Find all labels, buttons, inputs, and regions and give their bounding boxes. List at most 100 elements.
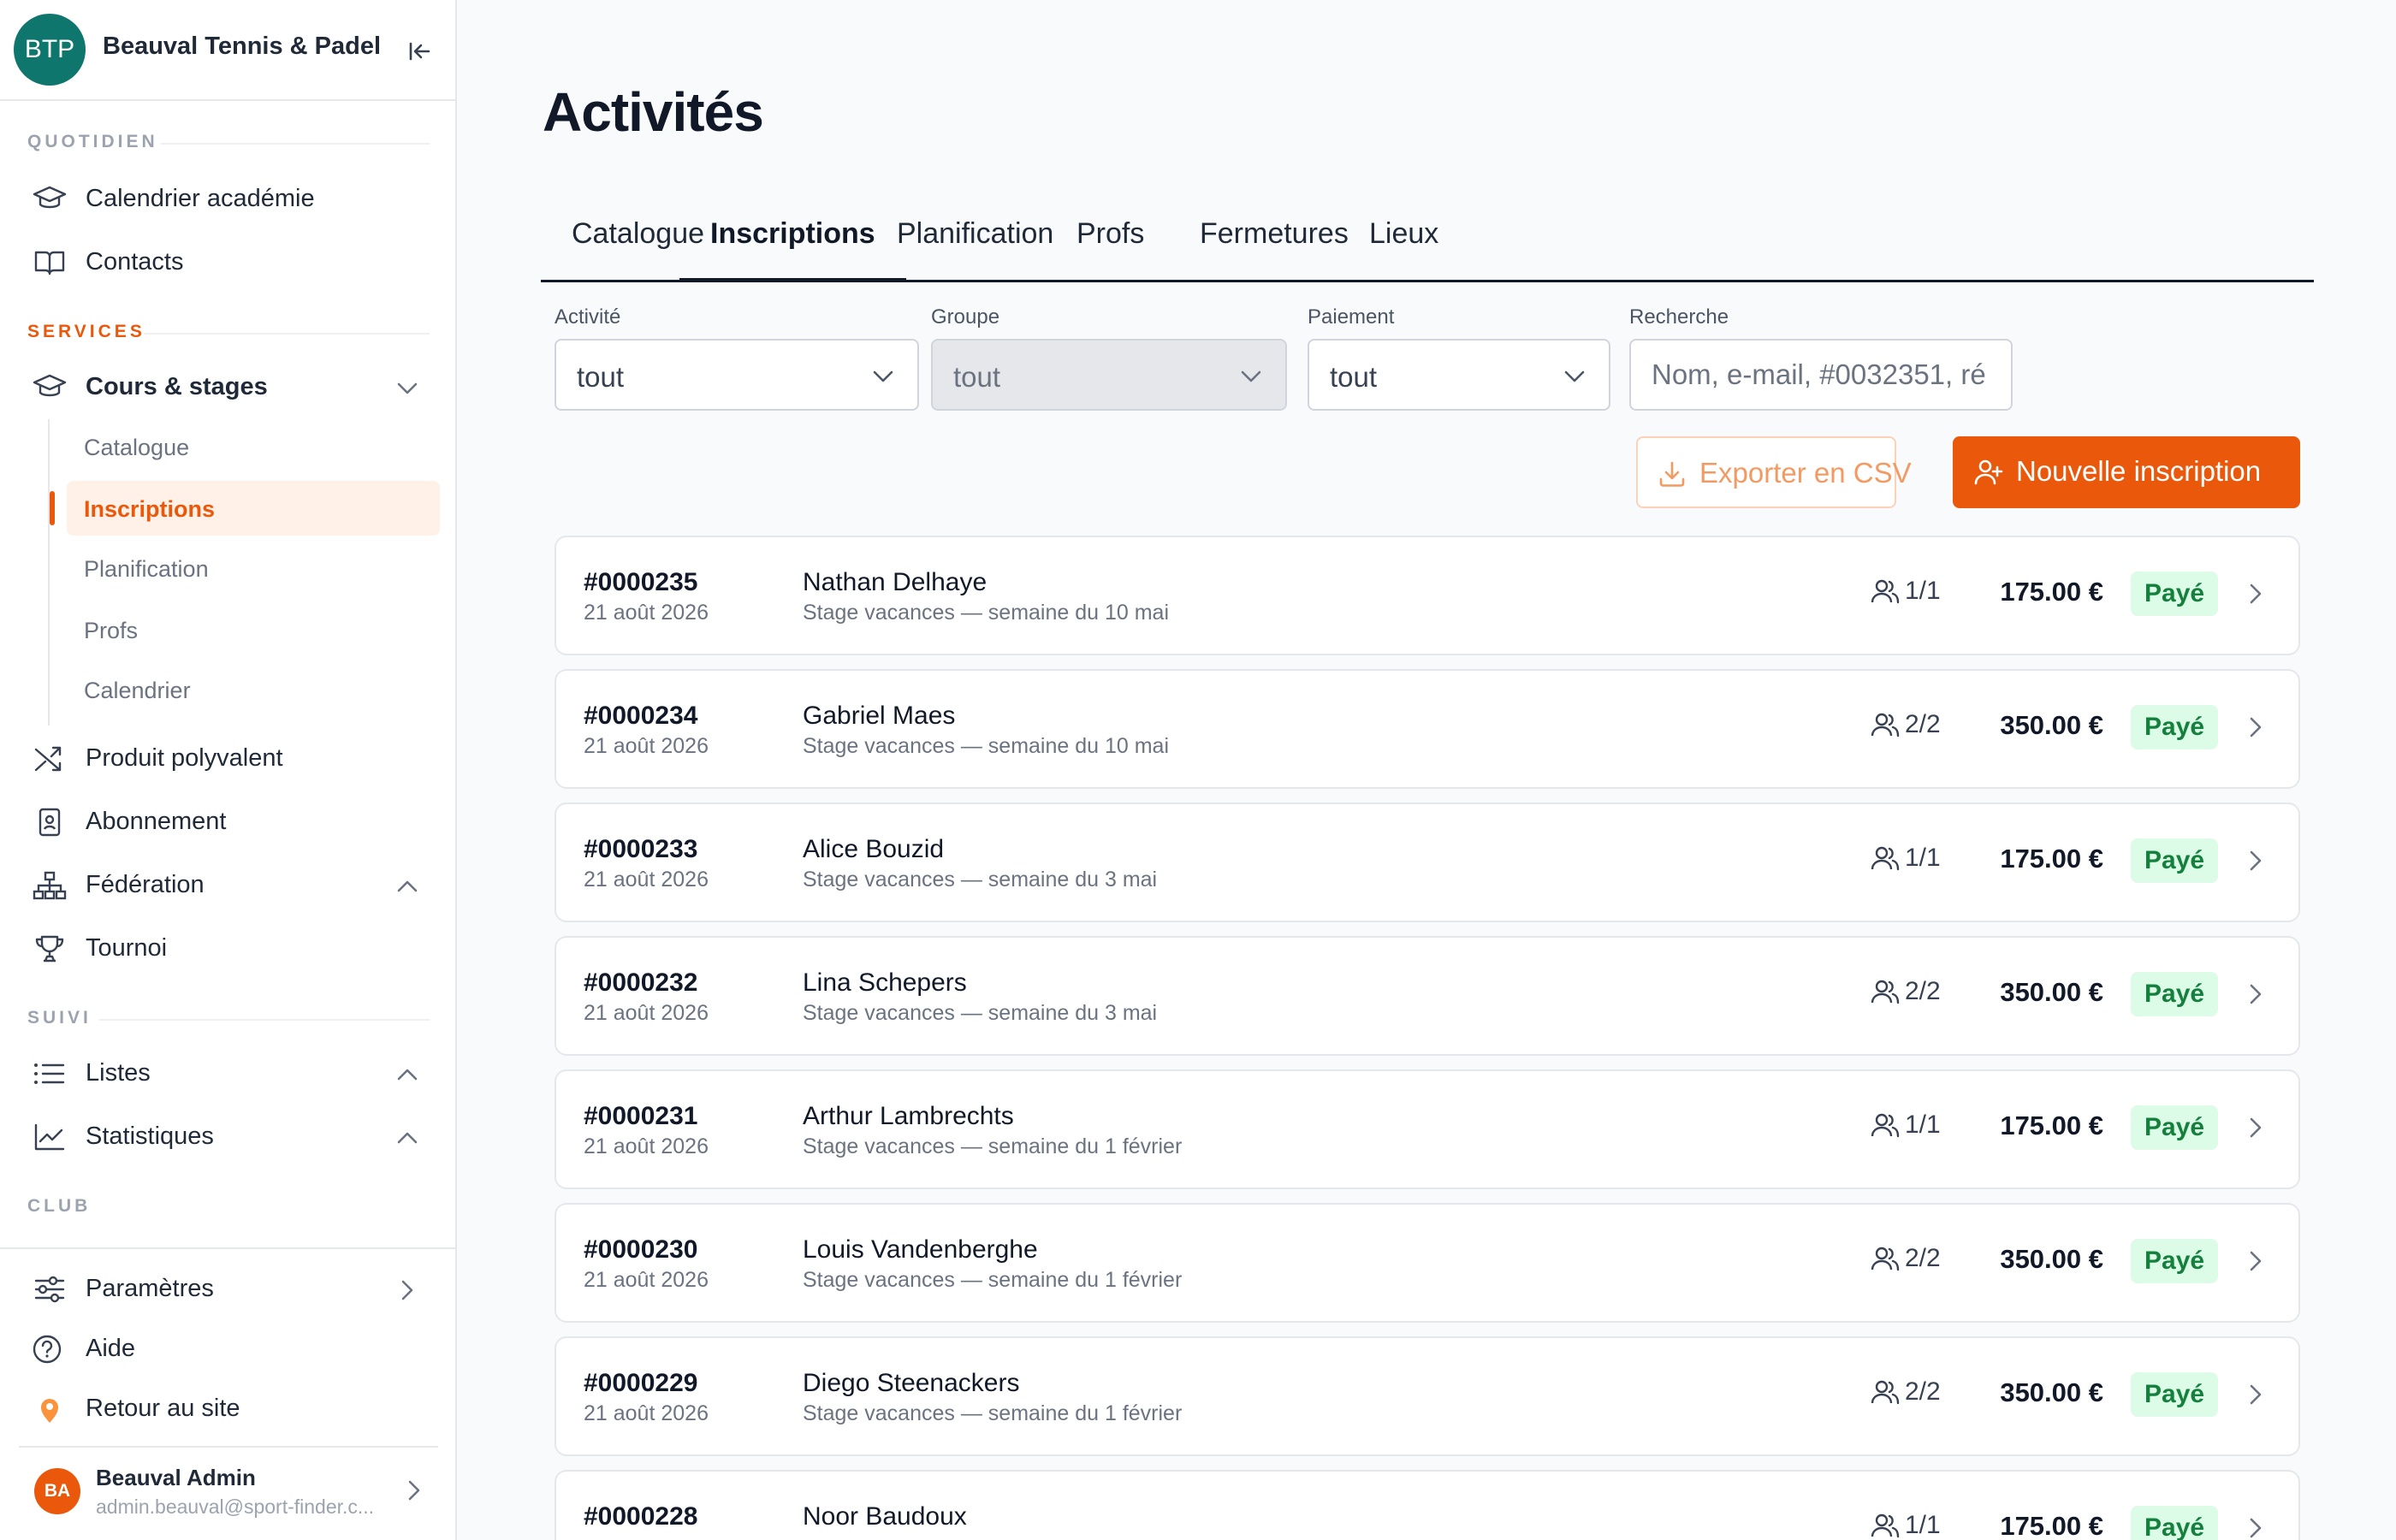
new-registration-button[interactable]: Nouvelle inscription [1953, 436, 2300, 508]
participants-value: 1/1 [1905, 1111, 1941, 1139]
chevron-right-icon[interactable] [2242, 1514, 2269, 1540]
chevron-right-icon[interactable] [2242, 1381, 2269, 1408]
sidebar-item-label: Tournoi [86, 934, 168, 962]
sidebar-item-cours-stages[interactable]: Cours & stages [33, 361, 430, 412]
sidebar-item-contacts[interactable]: Contacts [33, 236, 430, 287]
export-csv-button[interactable]: Exporter en CSV [1636, 436, 1912, 508]
status-badge: Payé [2131, 572, 2219, 616]
sidebar-item-label: Abonnement [86, 808, 227, 835]
graduation-cap-icon [33, 373, 70, 402]
activity-description: Stage vacances — semaine du 10 mai [803, 601, 1170, 625]
page-title: Activités [543, 81, 764, 143]
submenu-item-planification[interactable]: Planification [67, 541, 440, 595]
activite-select[interactable]: tout [555, 339, 919, 411]
sidebar-item-produit-polyvalent[interactable]: Produit polyvalent [33, 732, 430, 784]
sidebar-item-label: Retour au site [86, 1395, 240, 1422]
submenu-item-catalogue[interactable]: Catalogue [67, 419, 440, 474]
sidebar: BTP Beauval Tennis & Padel QUOTIDIEN Cal… [0, 0, 457, 1540]
participants-value: 2/2 [1905, 1244, 1941, 1272]
chevron-down-icon[interactable] [394, 375, 421, 402]
sidebar-item-retour-site[interactable]: Retour au site [33, 1383, 430, 1434]
sidebar-item-tournoi[interactable]: Tournoi [33, 922, 430, 974]
filter-activite: Activité tout [555, 305, 919, 411]
shuffle-icon [33, 744, 70, 773]
chevron-up-icon[interactable] [394, 1124, 421, 1152]
sidebar-item-federation[interactable]: Fédération [33, 859, 430, 910]
sidebar-item-parametres[interactable]: Paramètres [33, 1263, 430, 1314]
user-menu[interactable]: BA Beauval Admin admin.beauval@sport-fin… [19, 1446, 438, 1535]
registration-number: #0000234 [584, 702, 698, 730]
registration-date: 21 août 2026 [584, 1268, 709, 1292]
registration-number: #0000230 [584, 1235, 698, 1264]
registration-row[interactable]: #0000232 21 août 2026 Lina Schepers Stage v… [555, 936, 2300, 1056]
download-icon [1657, 459, 1687, 489]
participants-value: 1/1 [1905, 844, 1941, 872]
chevron-right-icon[interactable] [2242, 980, 2269, 1008]
tab-profs[interactable]: Profs [1046, 202, 1175, 282]
select-value: tout [1330, 361, 1378, 393]
chevron-right-icon[interactable] [394, 1276, 421, 1304]
registration-row[interactable]: #0000229 21 août 2026 Diego Steenackers Sta… [555, 1336, 2300, 1456]
registration-row[interactable]: #0000233 21 août 2026 Alice Bouzid Stage va… [555, 803, 2300, 922]
registration-row[interactable]: #0000235 21 août 2026 Nathan Delhaye Stage … [555, 536, 2300, 655]
activity-description: Stage vacances — semaine du 1 février [803, 1401, 1183, 1425]
registration-date: 21 août 2026 [584, 868, 709, 891]
registration-row[interactable]: #0000234 21 août 2026 Gabriel Maes Stage va… [555, 669, 2300, 789]
submenu-item-profs[interactable]: Profs [67, 602, 440, 657]
sidebar-item-listes[interactable]: Listes [33, 1047, 430, 1099]
registration-amount: 350.00 € [2000, 710, 2103, 740]
registration-row[interactable]: #0000230 21 août 2026 Louis Vandenberghe St… [555, 1203, 2300, 1323]
registration-number: #0000231 [584, 1102, 698, 1130]
users-icon [1871, 975, 1900, 1004]
section-label-suivi: SUIVI [27, 1008, 92, 1028]
submenu-item-label: Calendrier [84, 678, 191, 703]
paiement-select[interactable]: tout [1308, 339, 1610, 411]
sidebar-item-statistiques[interactable]: Statistiques [33, 1111, 430, 1162]
tab-lieux[interactable]: Lieux [1338, 202, 1469, 282]
participants-value: 2/2 [1905, 977, 1941, 1005]
chevron-right-icon[interactable] [2242, 714, 2269, 741]
user-email: admin.beauval@sport-finder.c... [96, 1496, 375, 1518]
section-label-services: SERVICES [27, 322, 145, 341]
registration-date: 21 août 2026 [584, 734, 709, 758]
chevron-right-icon[interactable] [2242, 1114, 2269, 1141]
sidebar-item-label: Produit polyvalent [86, 744, 283, 772]
chevron-right-icon[interactable] [400, 1477, 428, 1504]
status-badge: Payé [2131, 972, 2219, 1016]
sidebar-item-aide[interactable]: Aide [33, 1323, 430, 1374]
participants-count: 2/2 [1871, 975, 1948, 1010]
registration-amount: 175.00 € [2000, 844, 2103, 874]
active-indicator [50, 491, 55, 525]
status-badge: Payé [2131, 1506, 2219, 1540]
filter-label: Recherche [1629, 305, 1729, 329]
submenu-item-inscriptions[interactable]: Inscriptions [67, 481, 440, 536]
chevron-up-icon[interactable] [394, 873, 421, 900]
chevron-up-icon[interactable] [394, 1061, 421, 1088]
chevron-right-icon[interactable] [2242, 1247, 2269, 1275]
sidebar-header: BTP Beauval Tennis & Padel [0, 0, 455, 101]
sidebar-item-abonnement[interactable]: Abonnement [33, 796, 430, 847]
registration-row[interactable]: #0000228 Noor Baudoux 1/1 175.00 € Payé [555, 1470, 2300, 1540]
participants-count: 2/2 [1871, 708, 1948, 743]
section-divider [161, 143, 430, 145]
participant-name: Lina Schepers [803, 968, 967, 997]
registration-date: 21 août 2026 [584, 1401, 709, 1425]
club-logo[interactable]: BTP [14, 14, 86, 86]
status-badge: Payé [2131, 1105, 2219, 1150]
participant-name: Alice Bouzid [803, 835, 945, 863]
filter-paiement: Paiement tout [1308, 305, 1610, 411]
chevron-right-icon[interactable] [2242, 580, 2269, 607]
sidebar-item-calendrier-academie[interactable]: Calendrier académie [33, 173, 430, 224]
select-value: tout [577, 361, 625, 393]
participants-count: 1/1 [1871, 1109, 1948, 1143]
sidebar-item-label: Contacts [86, 248, 184, 275]
collapse-sidebar-icon[interactable] [402, 34, 436, 68]
button-label: Exporter en CSV [1699, 457, 1912, 489]
submenu-item-calendrier[interactable]: Calendrier [67, 662, 440, 717]
participants-count: 1/1 [1871, 575, 1948, 609]
groupe-select[interactable]: tout [931, 339, 1287, 411]
search-input[interactable] [1629, 339, 2013, 411]
chevron-right-icon[interactable] [2242, 847, 2269, 874]
registration-number: #0000235 [584, 568, 698, 596]
registration-row[interactable]: #0000231 21 août 2026 Arthur Lambrechts Sta… [555, 1069, 2300, 1189]
